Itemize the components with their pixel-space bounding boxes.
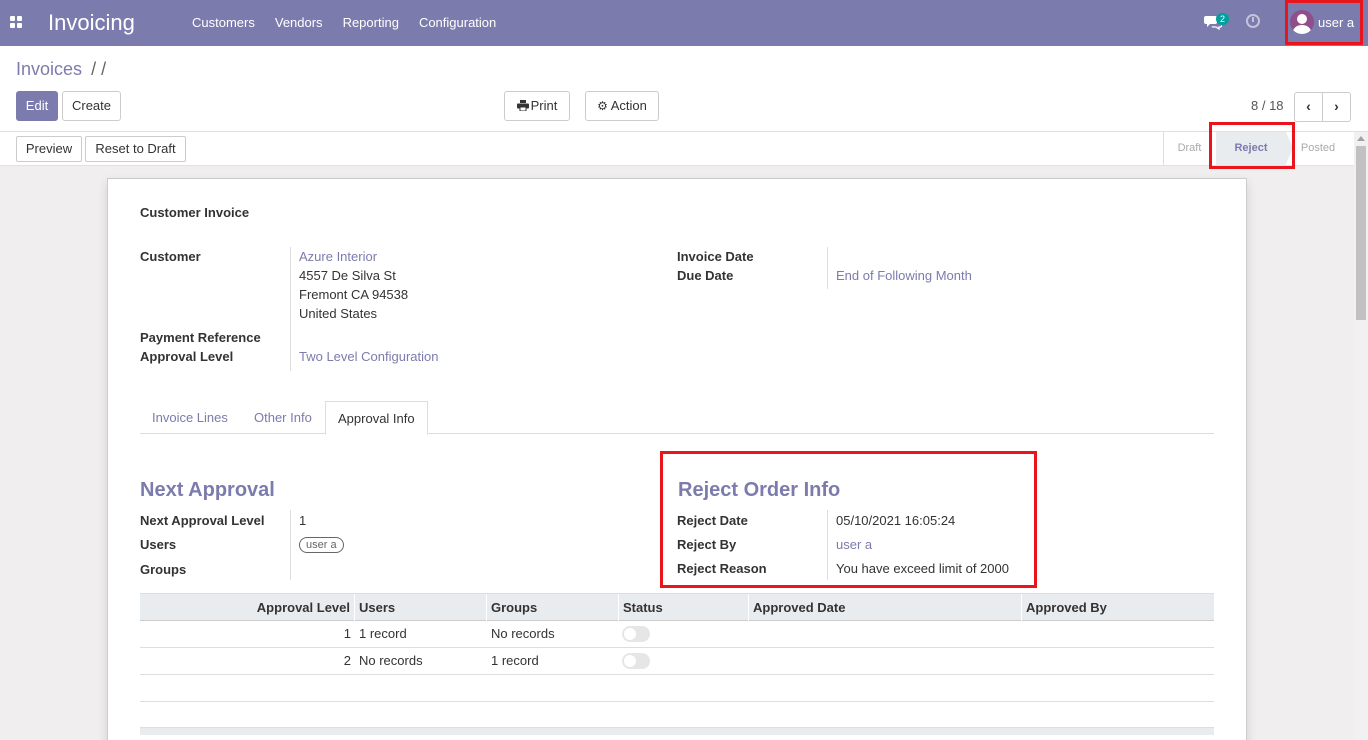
- next-approval-level-label: Next Approval Level: [140, 513, 265, 528]
- print-icon: [516, 100, 529, 112]
- status-toggle[interactable]: [622, 626, 650, 642]
- cell-level: 1: [343, 626, 351, 641]
- top-navbar: Invoicing Customers Vendors Reporting Co…: [0, 0, 1368, 46]
- table-header: Approval Level Users Groups Status Appro…: [140, 593, 1214, 621]
- avatar: [1290, 10, 1314, 34]
- print-label: Print: [530, 98, 558, 113]
- app-title[interactable]: Invoicing: [48, 10, 135, 36]
- stage-draft[interactable]: Draft: [1163, 132, 1215, 165]
- table-row[interactable]: 1 1 record No records: [140, 621, 1214, 648]
- next-approval-title: Next Approval: [140, 479, 275, 501]
- approval-level-value[interactable]: Two Level Configuration: [299, 349, 438, 364]
- main-menu: Customers Vendors Reporting Configuratio…: [182, 14, 506, 32]
- reset-to-draft-button[interactable]: Reset to Draft: [85, 136, 186, 162]
- address-line-2: Fremont CA 94538: [299, 287, 409, 302]
- field-divider: [827, 247, 828, 289]
- due-date-value[interactable]: End of Following Month: [836, 268, 972, 283]
- document-type: Customer Invoice: [140, 205, 250, 220]
- pager-value[interactable]: 8 / 18: [1251, 98, 1284, 113]
- table-row[interactable]: 2 No records 1 record: [140, 648, 1214, 675]
- create-button[interactable]: Create: [62, 91, 121, 121]
- breadcrumb-invoices[interactable]: Invoices: [16, 59, 82, 79]
- field-divider: [290, 247, 291, 371]
- due-date-label: Due Date: [677, 268, 734, 283]
- customer-label: Customer: [140, 249, 201, 264]
- column-groups[interactable]: Groups: [487, 594, 619, 621]
- status-toggle[interactable]: [622, 653, 650, 669]
- chevron-left-icon[interactable]: ‹: [1294, 92, 1323, 122]
- field-divider: [290, 510, 291, 580]
- print-button[interactable]: Print: [504, 91, 570, 121]
- cell-groups: No records: [491, 626, 555, 641]
- user-name: user a: [1318, 15, 1355, 30]
- chevron-right-icon[interactable]: ›: [1322, 92, 1351, 122]
- action-button[interactable]: ⚙ Action: [585, 91, 659, 121]
- column-users[interactable]: Users: [355, 594, 487, 621]
- column-approved-by[interactable]: Approved By: [1022, 594, 1214, 621]
- apps-menu-icon[interactable]: [10, 16, 24, 30]
- preview-button[interactable]: Preview: [16, 136, 82, 162]
- user-menu[interactable]: user a: [1285, 0, 1363, 45]
- tab-invoice-lines[interactable]: Invoice Lines: [140, 401, 240, 434]
- address-line-1: 4557 De Silva St: [299, 268, 396, 283]
- gear-icon: ⚙: [597, 99, 608, 113]
- column-approved-date[interactable]: Approved Date: [749, 594, 1022, 621]
- scroll-thumb[interactable]: [1356, 146, 1366, 320]
- invoice-date-label: Invoice Date: [677, 249, 754, 264]
- menu-reporting[interactable]: Reporting: [333, 14, 409, 32]
- cell-users: 1 record: [359, 626, 407, 641]
- breadcrumb-separator: / /: [91, 59, 107, 79]
- breadcrumb: Invoices / /: [16, 59, 106, 80]
- statusbar: Preview Reset to Draft Draft Reject Post…: [0, 132, 1368, 166]
- groups-label: Groups: [140, 562, 187, 577]
- menu-customers[interactable]: Customers: [182, 14, 265, 32]
- scroll-up-arrow[interactable]: [1357, 136, 1365, 141]
- clock-icon[interactable]: [1246, 14, 1260, 28]
- column-approval-level[interactable]: Approval Level: [140, 594, 355, 621]
- tab-other-info[interactable]: Other Info: [242, 401, 324, 434]
- chat-count-badge: 2: [1216, 13, 1230, 25]
- cell-level: 2: [343, 653, 351, 668]
- highlight-reject-info: [660, 451, 1037, 588]
- next-approval-level-value: 1: [299, 513, 307, 528]
- highlight-reject-stage: [1209, 122, 1295, 169]
- action-label: Action: [610, 98, 647, 113]
- cell-groups: 1 record: [491, 653, 539, 668]
- column-status[interactable]: Status: [619, 594, 749, 621]
- address-line-3: United States: [299, 306, 378, 321]
- menu-vendors[interactable]: Vendors: [265, 14, 333, 32]
- payment-reference-label: Payment Reference: [140, 330, 261, 345]
- user-tag[interactable]: user a: [299, 537, 344, 553]
- stage-posted[interactable]: Posted: [1290, 132, 1346, 165]
- edit-button[interactable]: Edit: [16, 91, 58, 121]
- tab-approval-info[interactable]: Approval Info: [325, 401, 428, 435]
- customer-name[interactable]: Azure Interior: [299, 249, 377, 264]
- users-label: Users: [140, 537, 177, 552]
- menu-configuration[interactable]: Configuration: [409, 14, 506, 32]
- table-footer: [140, 727, 1214, 735]
- notebook-tabs: Invoice Lines Other Info Approval Info: [140, 401, 1214, 435]
- cell-users: No records: [359, 653, 423, 668]
- approval-level-label: Approval Level: [140, 349, 234, 364]
- control-panel: Invoices / / Edit Create Print ⚙ Action …: [0, 46, 1368, 132]
- empty-row: [140, 675, 1214, 702]
